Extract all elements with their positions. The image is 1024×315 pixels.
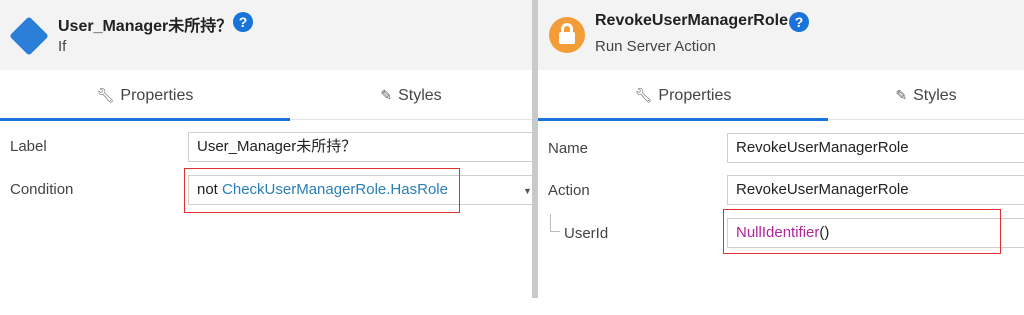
action-property-label: Action xyxy=(548,182,590,199)
help-icon[interactable]: ? xyxy=(789,12,809,32)
userid-call-suffix: () xyxy=(819,224,830,241)
tab-label: Properties xyxy=(658,87,732,104)
name-input[interactable]: RevokeUserManagerRole xyxy=(727,133,1024,163)
tab-styles[interactable]: ✎ Styles xyxy=(290,70,532,120)
tab-label: Properties xyxy=(120,87,194,104)
condition-property-label: Condition xyxy=(10,181,74,198)
tab-bar: 🔧︎ Properties ✎ Styles xyxy=(0,70,532,121)
panel-header: RevokeUserManagerRole ? Run Server Actio… xyxy=(538,0,1024,70)
brush-icon: ✎ xyxy=(380,87,393,103)
tree-connector xyxy=(550,214,560,232)
element-title: User_Manager未所持？ xyxy=(58,18,233,35)
brush-icon: ✎ xyxy=(895,87,908,103)
userid-function: NullIdentifier xyxy=(736,224,820,241)
help-icon[interactable]: ? xyxy=(233,12,253,32)
wrench-icon: 🔧︎ xyxy=(96,87,115,103)
server-action-properties-panel: RevokeUserManagerRole ? Run Server Actio… xyxy=(538,0,1024,298)
label-property-label: Label xyxy=(10,138,47,155)
element-type: Run Server Action xyxy=(595,38,716,55)
label-input[interactable]: User_Manager未所持？ xyxy=(188,132,532,162)
tab-properties[interactable]: 🔧︎ Properties xyxy=(0,70,290,121)
wrench-icon: 🔧︎ xyxy=(634,87,653,103)
element-title: RevokeUserManagerRole xyxy=(595,12,788,29)
tab-bar: 🔧︎ Properties ✎ Styles xyxy=(538,70,1024,121)
element-type: If xyxy=(58,38,67,55)
lock-icon xyxy=(549,17,585,53)
action-input[interactable]: RevokeUserManagerRole xyxy=(727,175,1024,205)
userid-property-label: UserId xyxy=(564,225,609,242)
chevron-down-icon[interactable]: ▼ xyxy=(523,186,532,196)
tab-label: Styles xyxy=(913,87,957,104)
userid-input[interactable]: NullIdentifier() xyxy=(727,218,1024,248)
name-property-label: Name xyxy=(548,140,589,157)
if-diamond-icon xyxy=(9,16,49,56)
condition-keyword: not xyxy=(197,181,223,198)
tab-styles[interactable]: ✎ Styles xyxy=(828,70,1024,120)
if-properties-panel: User_Manager未所持？ ? If 🔧︎ Properties ✎ Styl… xyxy=(0,0,532,315)
condition-reference: CheckUserManagerRole.HasRole xyxy=(222,181,448,198)
condition-input[interactable]: not CheckUserManagerRole.HasRole xyxy=(188,175,532,205)
tab-properties[interactable]: 🔧︎ Properties xyxy=(538,70,828,121)
tab-label: Styles xyxy=(398,87,442,104)
panel-header: User_Manager未所持？ ? If xyxy=(0,0,532,70)
